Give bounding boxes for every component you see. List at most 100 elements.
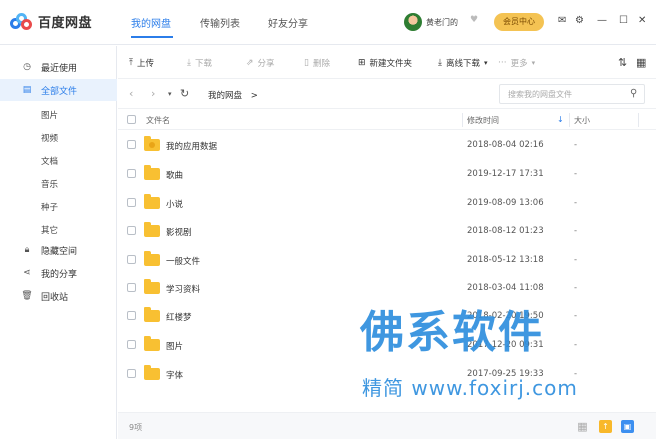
lock-icon[interactable]: ▣ <box>621 420 634 433</box>
sidebar-item-recent[interactable]: ◷ 最近使用 <box>0 56 117 78</box>
folder-icon <box>144 279 160 294</box>
row-checkbox[interactable] <box>127 369 136 378</box>
path-bar: ‹ › ▾ ↻ 我的网盘 > ⚲ <box>118 80 656 108</box>
sidebar: ◷ 最近使用 ▤ 全部文件 图片 视频 文档 音乐 种子 其它 🔒︎ 隐藏空间 … <box>0 46 117 439</box>
file-name[interactable]: 小说 <box>166 198 183 210</box>
sidebar-sub-videos[interactable]: 视频 <box>41 132 58 144</box>
close-icon[interactable]: ✕ <box>638 14 646 28</box>
lock-icon: 🔒︎ <box>24 245 30 255</box>
sort-desc-icon[interactable]: ↓ <box>557 115 564 124</box>
row-checkbox[interactable] <box>127 198 136 207</box>
delete-button[interactable]: ▯ 删除 <box>304 57 330 69</box>
upload-icon: ⤒ <box>129 58 133 68</box>
file-size: - <box>574 169 578 179</box>
file-date: 2018-08-12 01:23 <box>467 226 544 236</box>
username[interactable]: 黄老门的 <box>426 17 458 28</box>
offline-download-button[interactable]: ⤓ 离线下载 ▾ <box>438 57 488 69</box>
trash-icon: ▯ <box>304 58 309 68</box>
column-name[interactable]: 文件名 <box>146 115 170 126</box>
folder-icon <box>144 307 160 322</box>
download-label: 下载 <box>194 59 212 69</box>
level-badge-icon: ♥ <box>470 15 479 25</box>
refresh-icon[interactable]: ↻ <box>180 87 189 100</box>
file-size: - <box>574 283 578 293</box>
breadcrumb[interactable]: 我的网盘 > <box>208 89 258 101</box>
gear-icon[interactable]: ⚙ <box>575 14 584 28</box>
file-date: 2018-08-04 02:16 <box>467 140 544 150</box>
forward-icon[interactable]: › <box>151 87 155 100</box>
row-checkbox[interactable] <box>127 340 136 349</box>
file-name[interactable]: 影视剧 <box>166 226 192 238</box>
list-item[interactable]: 一般文件 2018-05-12 13:18 - <box>118 246 656 275</box>
column-modified[interactable]: 修改时间 <box>467 115 499 126</box>
file-name[interactable]: 歌曲 <box>166 169 183 181</box>
row-checkbox[interactable] <box>127 140 136 149</box>
vip-center-button[interactable]: 会员中心 <box>494 13 544 31</box>
avatar[interactable] <box>404 13 422 31</box>
folder-icon <box>144 165 160 180</box>
sort-icon[interactable]: ⇅ <box>618 56 627 69</box>
file-date: 2018-05-12 13:18 <box>467 255 544 265</box>
sidebar-item-recycle-bin[interactable]: 🗑︎ 回收站 <box>0 285 117 307</box>
maximize-icon[interactable]: ☐ <box>619 14 628 28</box>
list-item[interactable]: 字体 2017-09-25 19:33 - <box>118 360 656 389</box>
sidebar-item-label: 我的分享 <box>41 269 78 280</box>
upload-button[interactable]: ⤒ 上传 <box>129 57 154 69</box>
new-folder-button[interactable]: ⊞ 新建文件夹 <box>358 57 412 69</box>
breadcrumb-item[interactable]: 我的网盘 <box>208 91 242 101</box>
file-name[interactable]: 字体 <box>166 369 183 381</box>
list-item[interactable]: 红楼梦 2018-02-20 19:50 - <box>118 302 656 331</box>
tab-my-disk[interactable]: 我的网盘 <box>131 15 171 30</box>
sidebar-sub-images[interactable]: 图片 <box>41 109 58 121</box>
sidebar-sub-torrents[interactable]: 种子 <box>41 201 58 213</box>
select-all-checkbox[interactable] <box>127 115 136 124</box>
list-item[interactable]: 歌曲 2019-12-17 17:31 - <box>118 160 656 189</box>
list-item[interactable]: 我的应用数据 2018-08-04 02:16 - <box>118 131 656 160</box>
column-divider <box>569 113 570 127</box>
file-size: - <box>574 198 578 208</box>
file-date: 2017-09-25 19:33 <box>467 369 544 379</box>
minimize-icon[interactable]: — <box>597 14 607 28</box>
file-size: - <box>574 226 578 236</box>
back-icon[interactable]: ‹ <box>129 87 133 100</box>
file-date: 2019-08-09 13:06 <box>467 198 544 208</box>
tab-friend-share[interactable]: 好友分享 <box>268 15 308 30</box>
list-item[interactable]: 图片 2017-12-20 09:31 - <box>118 331 656 360</box>
file-name[interactable]: 红楼梦 <box>166 311 192 323</box>
history-dropdown-icon[interactable]: ▾ <box>168 90 172 98</box>
file-name[interactable]: 学习资料 <box>166 283 200 295</box>
file-name[interactable]: 图片 <box>166 340 183 352</box>
download-button[interactable]: ⤓ 下载 <box>187 57 212 69</box>
sidebar-item-my-share[interactable]: ⋖ 我的分享 <box>0 262 117 284</box>
grid-view-icon[interactable]: ▦ <box>636 56 646 69</box>
column-size[interactable]: 大小 <box>574 115 590 126</box>
list-item[interactable]: 影视剧 2018-08-12 01:23 - <box>118 217 656 246</box>
list-item[interactable]: 学习资料 2018-03-04 11:08 - <box>118 274 656 303</box>
search-input[interactable] <box>508 88 618 100</box>
file-name[interactable]: 我的应用数据 <box>166 140 217 152</box>
folder-icon <box>144 251 160 266</box>
sidebar-sub-docs[interactable]: 文档 <box>41 155 58 167</box>
tab-transfer-list[interactable]: 传输列表 <box>200 15 240 30</box>
row-checkbox[interactable] <box>127 283 136 292</box>
sidebar-sub-others[interactable]: 其它 <box>41 224 58 236</box>
upload-quick-icon[interactable]: ↑ <box>599 420 612 433</box>
upload-label: 上传 <box>136 59 154 69</box>
search-icon[interactable]: ⚲ <box>630 89 650 99</box>
row-checkbox[interactable] <box>127 311 136 320</box>
share-button[interactable]: ⇗ 分享 <box>246 57 275 69</box>
list-header: 文件名 修改时间 ↓ 大小 <box>118 108 656 130</box>
file-name[interactable]: 一般文件 <box>166 255 200 267</box>
list-item[interactable]: 小说 2019-08-09 13:06 - <box>118 189 656 218</box>
sidebar-sub-music[interactable]: 音乐 <box>41 178 58 190</box>
mail-icon[interactable]: ✉ <box>558 14 566 28</box>
more-button[interactable]: ··· 更多 ▾ <box>498 57 535 69</box>
row-checkbox[interactable] <box>127 169 136 178</box>
sidebar-item-all-files[interactable]: ▤ 全部文件 <box>0 79 117 101</box>
share-label: 分享 <box>257 59 275 69</box>
thumbnail-view-icon[interactable]: ▦ <box>576 420 589 433</box>
row-checkbox[interactable] <box>127 255 136 264</box>
row-checkbox[interactable] <box>127 226 136 235</box>
file-date: 2018-03-04 11:08 <box>467 283 544 293</box>
sidebar-item-hidden-space[interactable]: 🔒︎ 隐藏空间 <box>0 239 117 261</box>
